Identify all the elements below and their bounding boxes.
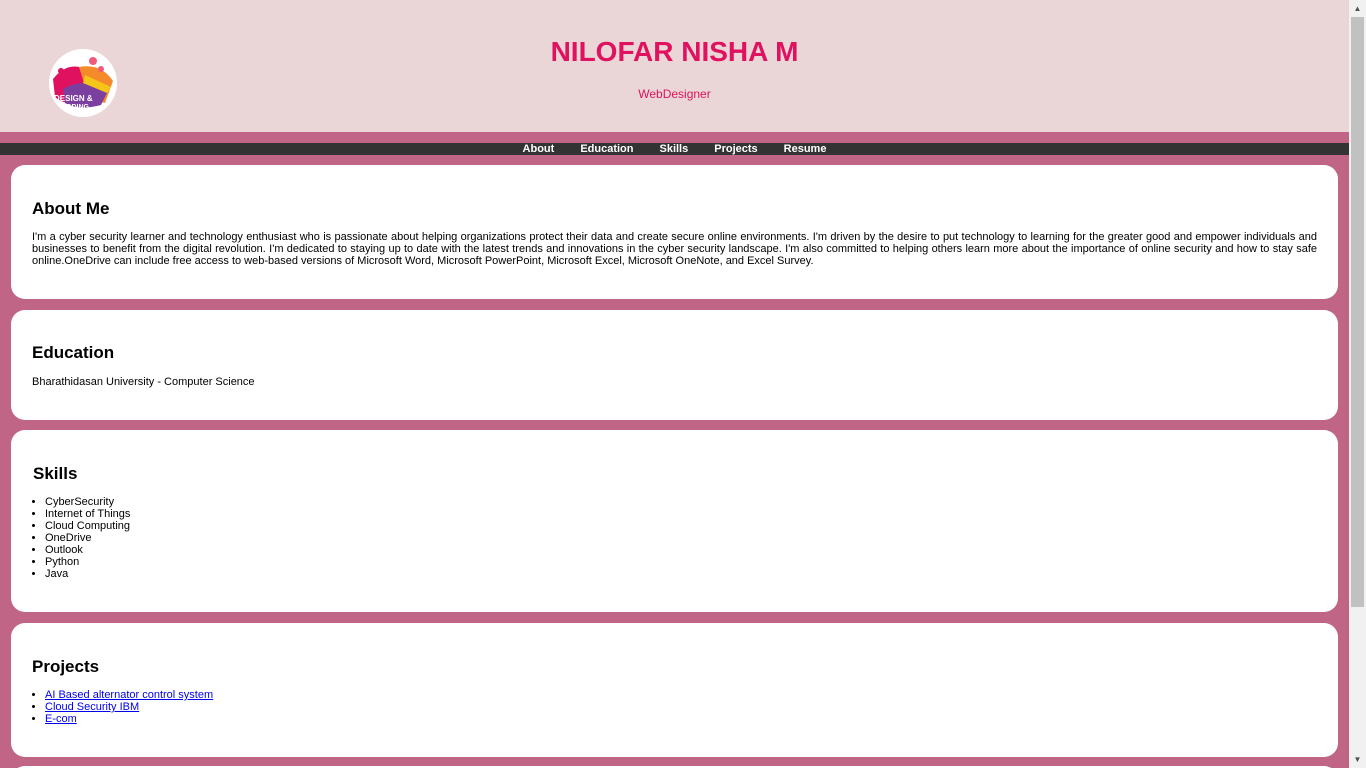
- nav-link-skills[interactable]: Skills: [659, 143, 688, 155]
- list-item: E-com: [45, 713, 213, 725]
- education-text: Bharathidasan University - Computer Scie…: [32, 376, 255, 388]
- education-heading: Education: [32, 343, 115, 362]
- nav-link-projects[interactable]: Projects: [714, 143, 757, 155]
- vertical-scrollbar[interactable]: ▲ ▼: [1349, 0, 1366, 768]
- scrollbar-thumb[interactable]: [1351, 17, 1364, 607]
- nav-link-resume[interactable]: Resume: [784, 143, 827, 155]
- skills-heading: Skills: [33, 464, 78, 483]
- projects-heading: Projects: [32, 657, 100, 676]
- about-text: I'm a cyber security learner and technol…: [32, 231, 1317, 267]
- skills-list: CyberSecurity Internet of Things Cloud C…: [32, 496, 130, 580]
- list-item: Outlook: [45, 544, 130, 556]
- list-item: AI Based alternator control system: [45, 689, 213, 701]
- list-item: Java: [45, 568, 130, 580]
- list-item: Internet of Things: [45, 508, 130, 520]
- list-item: CyberSecurity: [45, 496, 130, 508]
- skills-section: Skills CyberSecurity Internet of Things …: [11, 430, 1338, 612]
- scroll-down-arrow-icon[interactable]: ▼: [1349, 751, 1366, 768]
- page: DESIGN & CODING NILOFAR NISHA M WebDesig…: [0, 0, 1349, 768]
- nav-link-about[interactable]: About: [523, 143, 555, 155]
- list-item: OneDrive: [45, 532, 130, 544]
- logo-text-coding: CODING: [61, 104, 90, 111]
- site-subtitle: WebDesigner: [638, 87, 711, 101]
- about-section: About Me I'm a cyber security learner an…: [11, 165, 1338, 299]
- site-header: DESIGN & CODING NILOFAR NISHA M WebDesig…: [0, 0, 1349, 132]
- site-title: NILOFAR NISHA M: [550, 36, 799, 67]
- main-nav: About Education Skills Projects Resume: [0, 143, 1349, 155]
- list-item: Python: [45, 556, 130, 568]
- project-link[interactable]: Cloud Security IBM: [45, 701, 139, 713]
- projects-list: AI Based alternator control system Cloud…: [32, 689, 213, 725]
- nav-link-education[interactable]: Education: [580, 143, 633, 155]
- project-link[interactable]: E-com: [45, 713, 77, 725]
- scroll-up-arrow-icon[interactable]: ▲: [1349, 0, 1366, 17]
- list-item: Cloud Security IBM: [45, 701, 213, 713]
- education-section: Education Bharathidasan University - Com…: [11, 310, 1338, 420]
- about-heading: About Me: [32, 199, 110, 218]
- projects-section: Projects AI Based alternator control sys…: [11, 623, 1338, 757]
- project-link[interactable]: AI Based alternator control system: [45, 689, 213, 701]
- list-item: Cloud Computing: [45, 520, 130, 532]
